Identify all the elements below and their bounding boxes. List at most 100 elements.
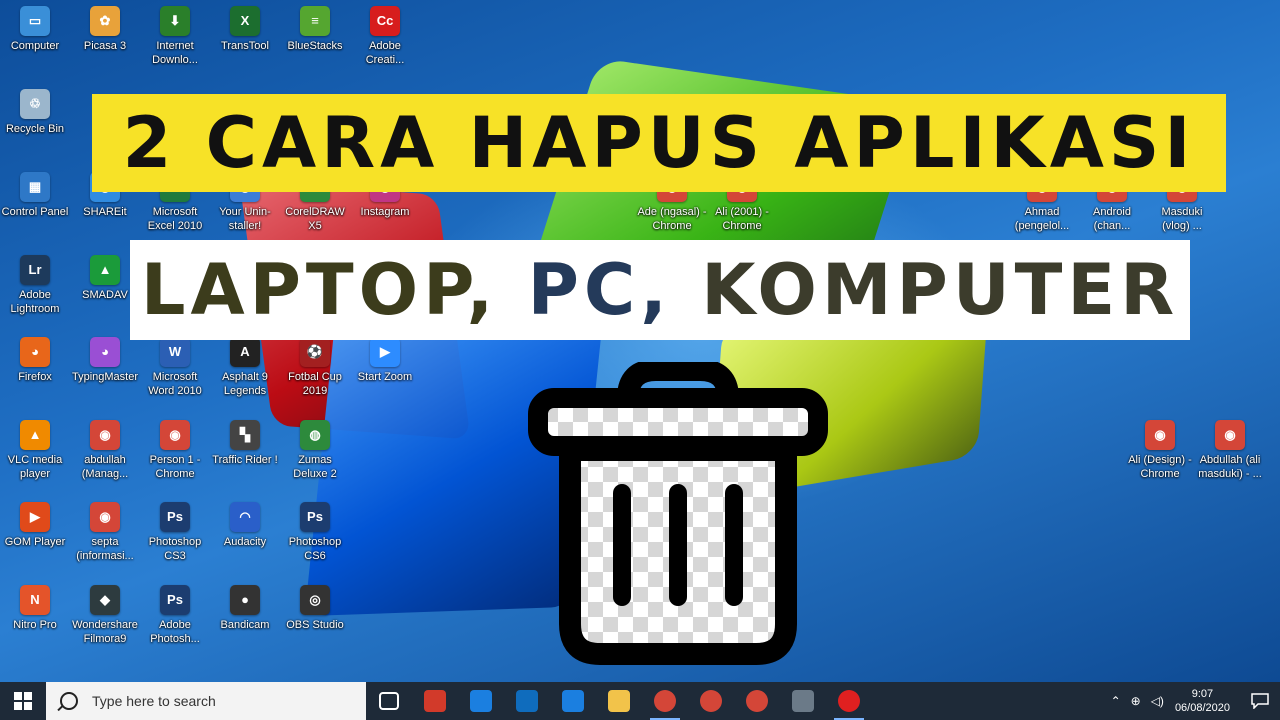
desktop-icon[interactable]: ● Bandicam <box>210 585 280 632</box>
desktop-icon[interactable]: Ps Photoshop CS3 <box>140 502 210 563</box>
desktop-icon-label: Computer <box>10 40 60 52</box>
network-icon[interactable]: ⊕ <box>1131 694 1141 708</box>
desktop-icon-label: Traffic Rider ! <box>212 454 278 466</box>
taskbar-app-button[interactable] <box>826 682 872 720</box>
desktop-icon-label: Fotbal Cup 2019 <box>288 371 342 397</box>
desktop-icon[interactable]: ▲ VLC media player <box>0 420 70 481</box>
taskbar-app-button[interactable] <box>458 682 504 720</box>
chevron-up-icon[interactable]: ⌃ <box>1111 694 1121 708</box>
typingmaster-icon: ◕ <box>90 337 120 367</box>
desktop-icon-label: Zumas Deluxe 2 <box>293 454 337 480</box>
desktop-icon[interactable]: ◉ abdullah (Manag... <box>70 420 140 481</box>
desktop-icon[interactable]: Cc Adobe Creati... <box>350 6 420 67</box>
chrome-icon: ◉ <box>90 420 120 450</box>
chrome-profile-icon <box>746 690 768 712</box>
chrome-icon: ◉ <box>160 420 190 450</box>
taskbar-search-box[interactable]: Type here to search <box>46 682 366 720</box>
chrome-youtube-icon <box>654 690 676 712</box>
desktop-icon[interactable]: ⚽ Fotbal Cup 2019 <box>280 337 350 398</box>
desktop-icon[interactable]: ◕ Firefox <box>0 337 70 384</box>
football-icon: ⚽ <box>300 337 330 367</box>
file-explorer-icon <box>608 690 630 712</box>
desktop-icon-label: VLC media player <box>7 454 63 480</box>
desktop: ▭ Computer ✿ Picasa 3 ⬇ Internet Downlo... X Tr… <box>0 0 1280 682</box>
taskbar-app-button[interactable] <box>366 682 412 720</box>
photoshop-icon: Ps <box>300 502 330 532</box>
trash-can-icon <box>528 362 828 665</box>
desktop-icon-label: Adobe Lightroom <box>10 289 60 315</box>
desktop-icon-label: TypingMaster <box>71 371 139 383</box>
taskbar-app-button[interactable] <box>780 682 826 720</box>
volume-icon[interactable]: ◁) <box>1151 694 1164 708</box>
desktop-icon[interactable]: ≡ BlueStacks <box>280 6 350 53</box>
desktop-icon[interactable]: N Nitro Pro <box>0 585 70 632</box>
search-icon <box>60 692 78 710</box>
desktop-icon[interactable]: ◎ OBS Studio <box>280 585 350 632</box>
desktop-icon[interactable]: ◉ Abdullah (ali masduki) - ... <box>1195 420 1265 481</box>
taskbar-app-button[interactable] <box>596 682 642 720</box>
desktop-icon[interactable]: ▚ Traffic Rider ! <box>210 420 280 467</box>
title-line2-part-pc: PC, <box>527 249 702 331</box>
task-view-icon <box>379 692 399 710</box>
desktop-icon[interactable]: ◆ Wondershare Filmora9 <box>70 585 140 646</box>
zuma-icon: ◍ <box>300 420 330 450</box>
desktop-icon-label: Photoshop CS3 <box>148 536 202 562</box>
desktop-icon[interactable]: Ps Photoshop CS6 <box>280 502 350 563</box>
chrome-icon: ◉ <box>1215 420 1245 450</box>
screen-recorder-icon <box>424 690 446 712</box>
desktop-icon-label: Your Unin-staller! <box>219 206 271 232</box>
windows-logo-icon <box>14 692 32 710</box>
desktop-icon[interactable]: ▶ Start Zoom <box>350 337 420 384</box>
taskbar-app-button[interactable] <box>688 682 734 720</box>
desktop-icon[interactable]: ▶ GOM Player <box>0 502 70 549</box>
word-icon: W <box>160 337 190 367</box>
asphalt-icon: A <box>230 337 260 367</box>
start-button[interactable] <box>0 682 46 720</box>
desktop-icon[interactable]: ◉ septa (informasi... <box>70 502 140 563</box>
taskbar-app-button[interactable] <box>734 682 780 720</box>
bluestacks-icon: ≡ <box>300 6 330 36</box>
desktop-icon-label: abdullah (Manag... <box>81 454 129 480</box>
desktop-icon-label: OBS Studio <box>286 619 344 631</box>
desktop-icon-label: Photoshop CS6 <box>288 536 342 562</box>
desktop-icon[interactable]: ◉ Person 1 - Chrome <box>140 420 210 481</box>
title-banner-line1: 2 CARA HAPUS APLIKASI <box>92 94 1226 192</box>
desktop-icon[interactable]: ▦ Control Panel <box>0 172 70 219</box>
store-icon <box>516 690 538 712</box>
desktop-icon[interactable]: ▭ Computer <box>0 6 70 53</box>
desktop-icon[interactable]: Ps Adobe Photosh... <box>140 585 210 646</box>
calculator-icon <box>792 690 814 712</box>
action-center-button[interactable] <box>1240 682 1280 720</box>
taskbar-app-button[interactable] <box>550 682 596 720</box>
desktop-icon-label: Audacity <box>223 536 267 548</box>
desktop-icon[interactable]: ♲ Recycle Bin <box>0 89 70 136</box>
clock[interactable]: 9:07 06/08/2020 <box>1175 687 1230 715</box>
desktop-icon-label: Ali (Design) - Chrome <box>1128 454 1192 480</box>
clock-time: 9:07 <box>1191 688 1214 700</box>
desktop-icon[interactable]: A Asphalt 9 Legends <box>210 337 280 398</box>
desktop-icon[interactable]: ◕ TypingMaster <box>70 337 140 384</box>
desktop-icon[interactable]: ◍ Zumas Deluxe 2 <box>280 420 350 481</box>
desktop-icon-label: BlueStacks <box>287 40 343 52</box>
taskbar-app-button[interactable] <box>642 682 688 720</box>
desktop-icon-label: septa (informasi... <box>76 536 134 562</box>
firefox-icon: ◕ <box>20 337 50 367</box>
desktop-icon[interactable]: ◉ Ali (Design) - Chrome <box>1125 420 1195 481</box>
desktop-icon[interactable]: Lr Adobe Lightroom <box>0 255 70 316</box>
recycle-bin-icon: ♲ <box>20 89 50 119</box>
desktop-icon[interactable]: X TransTool <box>210 6 280 53</box>
transtool-icon: X <box>230 6 260 36</box>
title-line2-part-komputer: KOMPUTER <box>701 249 1180 331</box>
desktop-icon[interactable]: ◠ Audacity <box>210 502 280 549</box>
desktop-icon-label: GOM Player <box>4 536 66 548</box>
edge-icon <box>470 690 492 712</box>
chrome-icon <box>700 690 722 712</box>
taskbar-app-button[interactable] <box>504 682 550 720</box>
nitro-icon: N <box>20 585 50 615</box>
desktop-icon[interactable]: W Microsoft Word 2010 <box>140 337 210 398</box>
lightroom-icon: Lr <box>20 255 50 285</box>
taskbar-app-button[interactable] <box>412 682 458 720</box>
desktop-icon[interactable]: ⬇ Internet Downlo... <box>140 6 210 67</box>
desktop-icon-label: Control Panel <box>1 206 69 218</box>
desktop-icon[interactable]: ✿ Picasa 3 <box>70 6 140 53</box>
